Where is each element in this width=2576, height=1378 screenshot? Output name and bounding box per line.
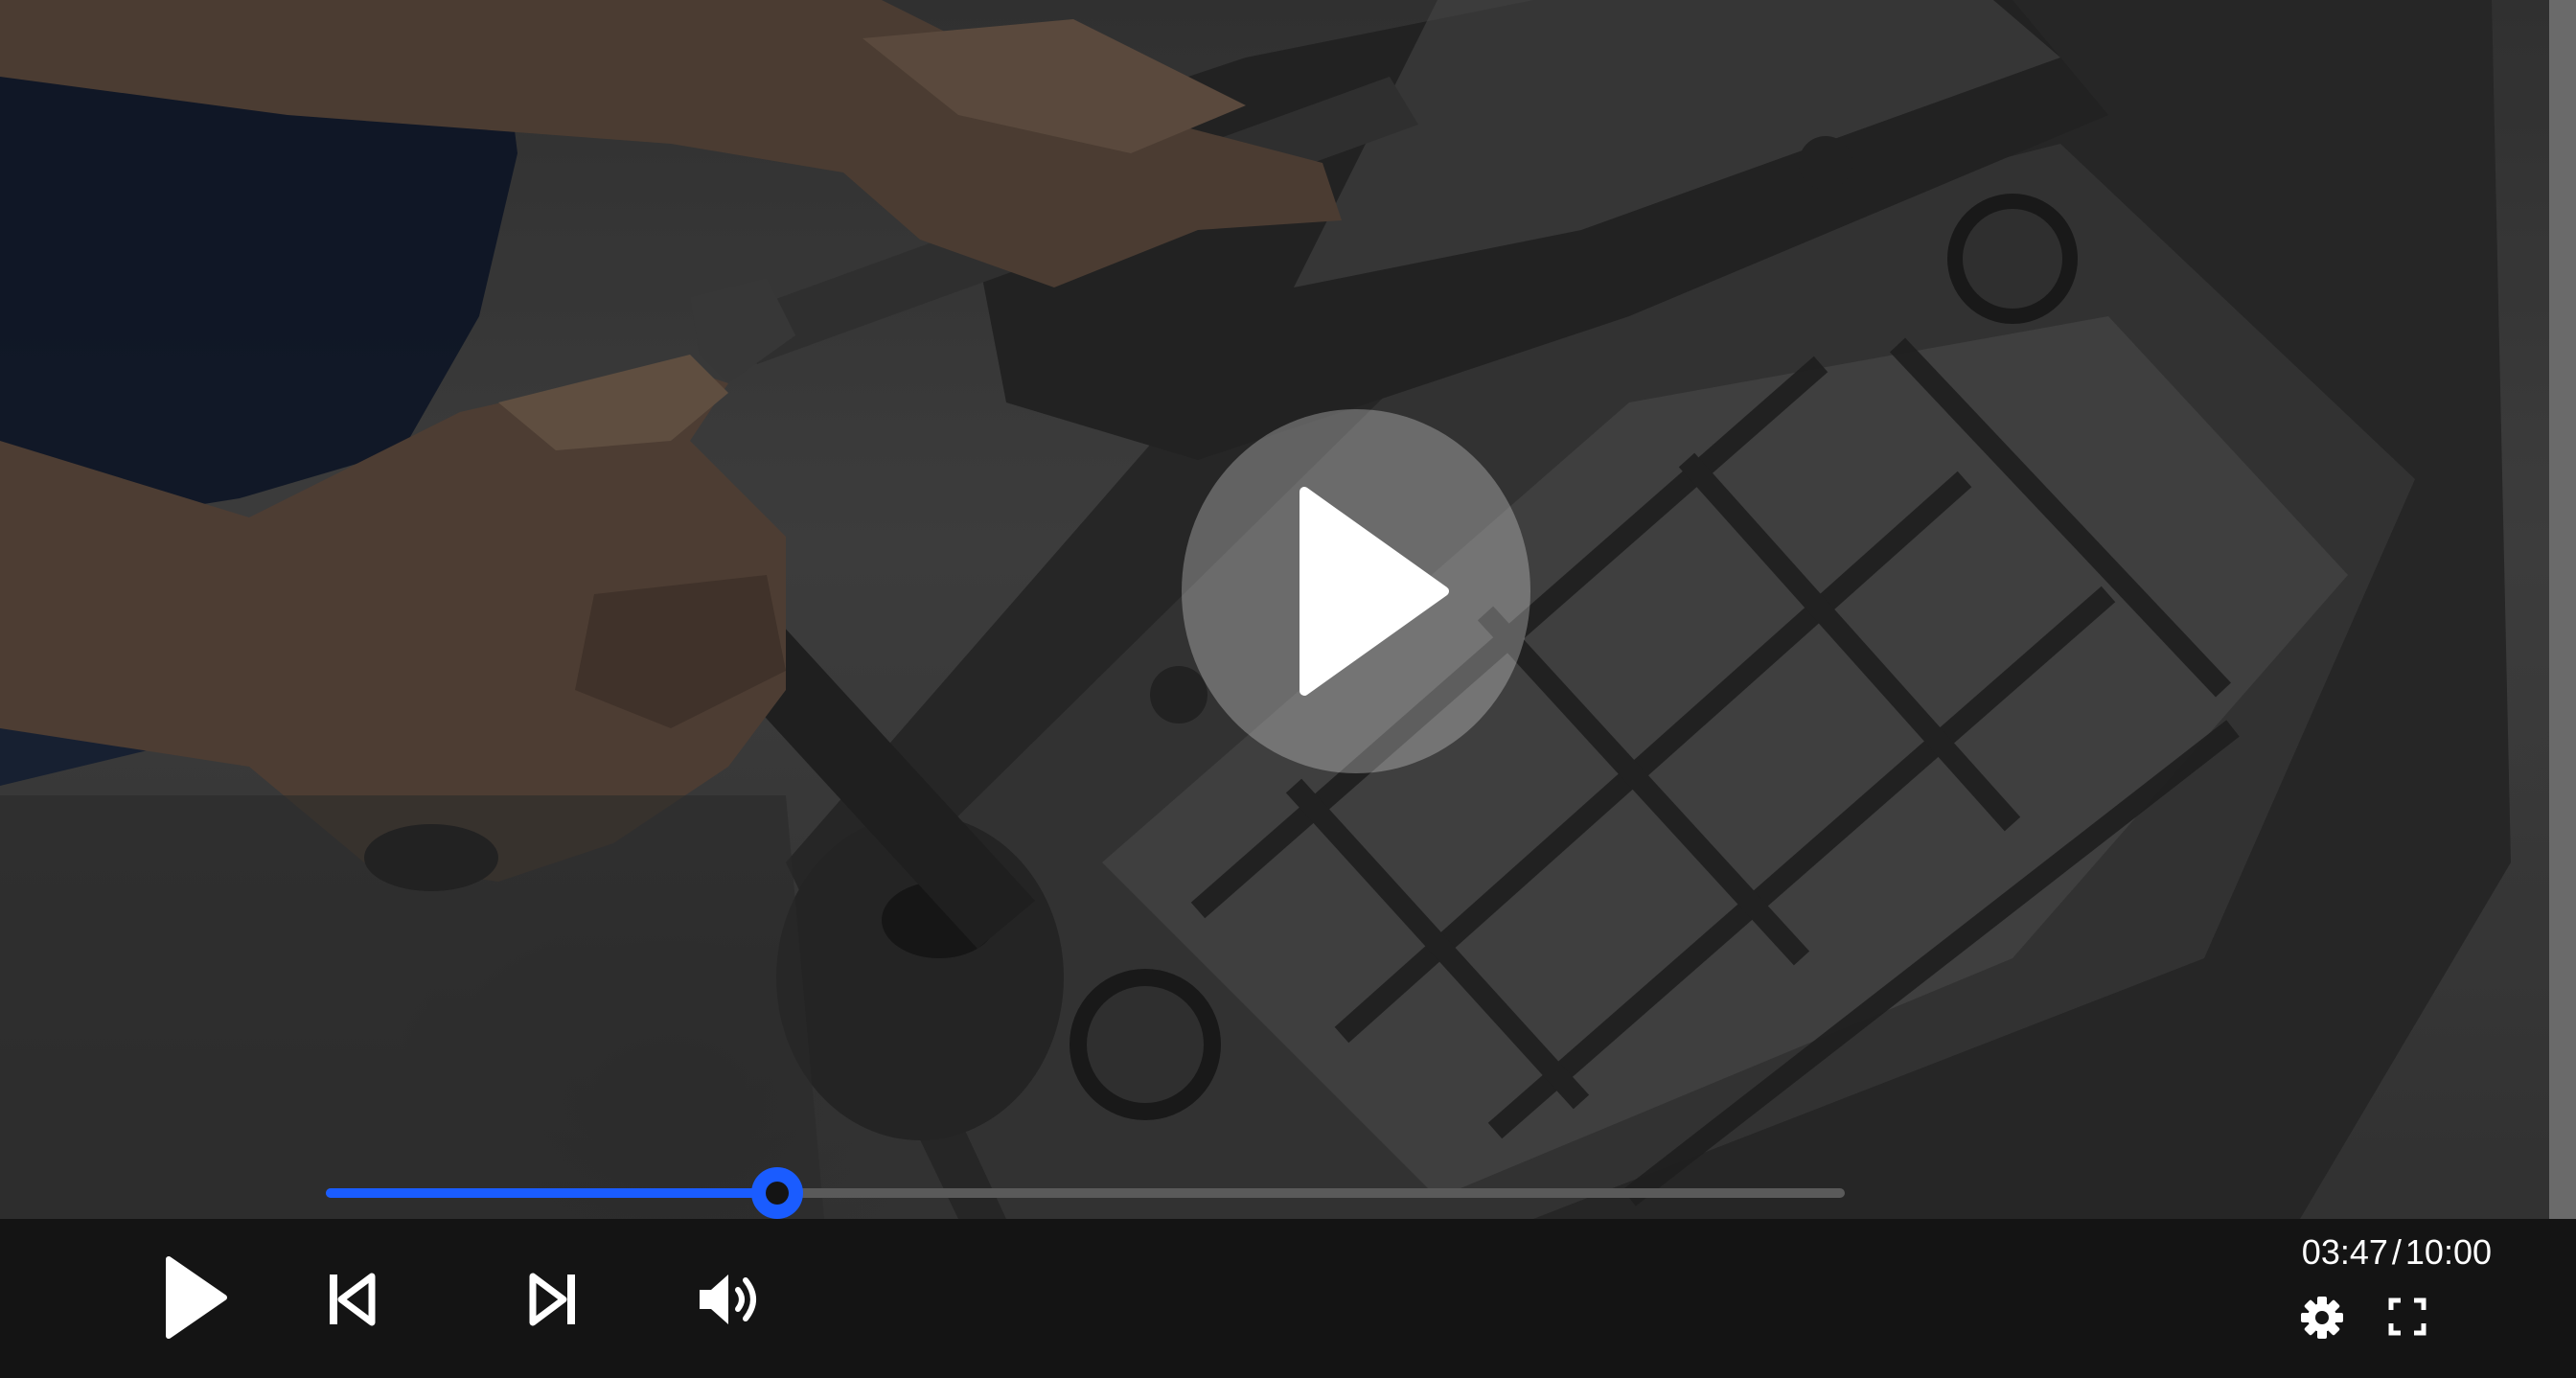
volume-button[interactable] — [698, 1273, 763, 1326]
play-button[interactable] — [161, 1253, 230, 1342]
next-button[interactable] — [529, 1273, 577, 1326]
current-time: 03:47 — [2301, 1232, 2388, 1272]
total-time: 10:00 — [2404, 1232, 2492, 1272]
settings-button[interactable] — [2300, 1296, 2344, 1340]
center-play-button[interactable] — [1182, 409, 1530, 773]
progress-fill — [326, 1188, 777, 1198]
play-icon — [1300, 487, 1449, 696]
fullscreen-button[interactable] — [2388, 1298, 2426, 1336]
time-separator: / — [2391, 1232, 2402, 1272]
progress-bar[interactable] — [326, 1167, 1845, 1219]
control-bar — [0, 1219, 2576, 1378]
video-edge — [2549, 0, 2576, 1219]
progress-thumb[interactable] — [750, 1167, 803, 1219]
video-player: 03:47/10:00 — [0, 0, 2576, 1378]
time-display: 03:47/10:00 — [2233, 1229, 2492, 1276]
previous-button[interactable] — [328, 1273, 376, 1326]
